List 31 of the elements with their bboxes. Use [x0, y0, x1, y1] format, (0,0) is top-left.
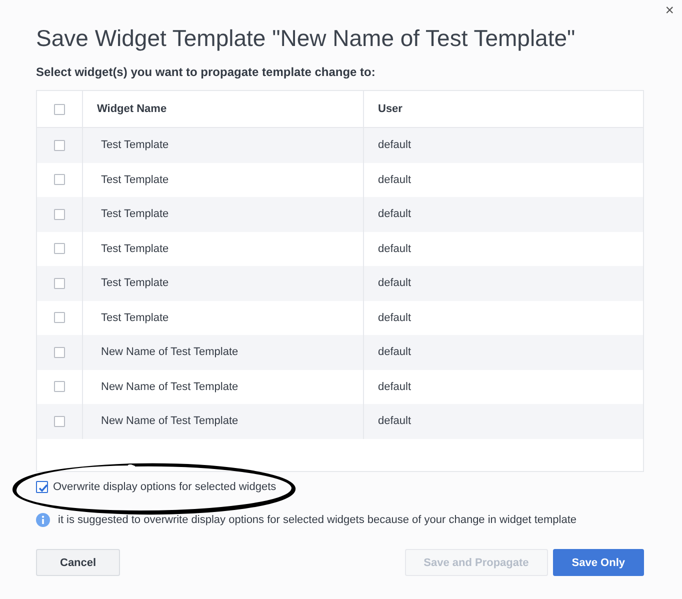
close-button[interactable]: × [665, 2, 674, 19]
checkbox[interactable] [54, 104, 65, 114]
table-cell: New Name of Test Template [82, 404, 363, 438]
table-cell: Test Template [82, 197, 363, 232]
table-cell: Test Template [82, 128, 363, 162]
checkbox[interactable] [54, 416, 65, 427]
checkbox-label: Overwrite display options for selected widgets [53, 481, 276, 493]
dialog-title: Save Widget Template "New Name of Test Template" [36, 24, 576, 52]
table-cell: default [363, 266, 643, 300]
checkbox[interactable] [54, 140, 65, 151]
checkbox[interactable] [54, 208, 65, 220]
info-icon [36, 513, 50, 527]
checkbox[interactable] [36, 481, 48, 493]
table-cell: default [363, 335, 643, 370]
table-cell: New Name of Test Template [82, 335, 363, 370]
checkbox[interactable] [54, 346, 65, 358]
table-cell: Test Template [82, 266, 363, 300]
save-button[interactable]: Save Only [552, 549, 644, 576]
checkbox[interactable] [54, 312, 65, 324]
column-header: Widget Name [82, 91, 363, 127]
table-cell: default [363, 404, 643, 438]
checkbox[interactable] [54, 243, 65, 254]
cancel-button[interactable]: Cancel [36, 549, 120, 576]
info-text: it is suggested to overwrite display options for selected widgets because of your change in widget template [58, 514, 577, 526]
table-cell: default [363, 128, 643, 162]
checkbox[interactable] [54, 278, 65, 289]
checkbox[interactable] [54, 174, 65, 186]
table-cell: default [363, 197, 643, 232]
column-header: User [363, 91, 643, 127]
checkbox[interactable] [54, 381, 65, 392]
instruction-text: Select widget(s) you want to propagate template change to: [36, 64, 376, 80]
